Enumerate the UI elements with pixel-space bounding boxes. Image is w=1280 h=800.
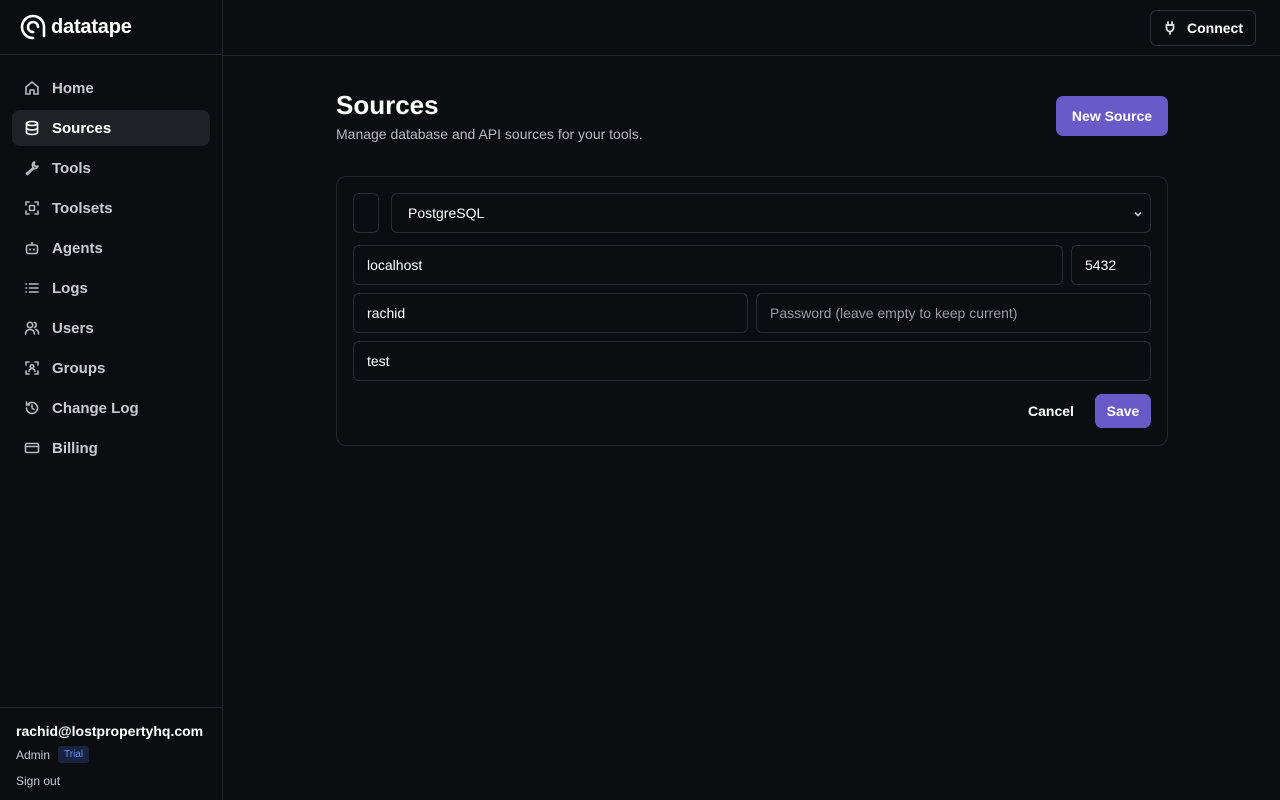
page-subtitle: Manage database and API sources for your… [336, 126, 643, 142]
wrench-icon [24, 160, 40, 176]
brand-name: datatape [51, 15, 132, 38]
port-field[interactable] [1071, 245, 1151, 285]
plan-badge: Trial [58, 746, 90, 763]
source-icon-box [353, 193, 379, 233]
list-icon [24, 280, 40, 296]
scan-user-icon [24, 360, 40, 376]
sidebar-item-label: Users [52, 319, 94, 337]
sidebar-item-billing[interactable]: Billing [12, 430, 210, 466]
database-input[interactable] [367, 353, 1150, 369]
history-icon [24, 400, 40, 416]
host-input[interactable] [367, 257, 1062, 273]
database-icon [24, 120, 40, 136]
sidebar-item-label: Toolsets [52, 199, 113, 217]
sidebar-item-home[interactable]: Home [12, 70, 210, 106]
source-form-card: PostgreSQL Cancel Save [336, 176, 1168, 446]
home-icon [24, 80, 40, 96]
scan-icon [24, 200, 40, 216]
sidebar-item-label: Tools [52, 159, 91, 177]
sidebar-item-agents[interactable]: Agents [12, 230, 210, 266]
sidebar-item-label: Home [52, 79, 94, 97]
account-role: Admin [16, 747, 51, 762]
save-button[interactable]: Save [1095, 394, 1151, 428]
sidebar-item-users[interactable]: Users [12, 310, 210, 346]
source-type-select[interactable]: PostgreSQL [391, 193, 1151, 233]
username-field[interactable] [353, 293, 748, 333]
host-field[interactable] [353, 245, 1063, 285]
password-input[interactable] [770, 305, 1150, 321]
sidebar-item-sources[interactable]: Sources [12, 110, 210, 146]
spiral-logo-icon [20, 14, 46, 40]
sidebar-item-toolsets[interactable]: Toolsets [12, 190, 210, 226]
account-role-row: Admin Trial [16, 746, 206, 763]
password-field[interactable] [756, 293, 1151, 333]
topbar: Connect [223, 0, 1280, 56]
chevron-down-icon [1132, 207, 1144, 219]
connect-label: Connect [1187, 20, 1243, 36]
sign-out-link[interactable]: Sign out [16, 774, 206, 788]
sidebar-item-tools[interactable]: Tools [12, 150, 210, 186]
users-icon [24, 320, 40, 336]
cancel-button[interactable]: Cancel [1019, 394, 1083, 428]
sidebar-item-label: Groups [52, 359, 106, 377]
sidebar-item-label: Change Log [52, 399, 139, 417]
page-title: Sources [336, 90, 439, 120]
account-panel: rachid@lostpropertyhq.com Admin Trial Si… [0, 707, 222, 800]
bot-icon [24, 240, 40, 256]
plug-icon [1165, 21, 1175, 35]
brand[interactable]: datatape [0, 0, 222, 55]
sidebar-item-groups[interactable]: Groups [12, 350, 210, 386]
sidebar-nav: Home Sources Tools Toolsets Agents Logs … [0, 55, 222, 466]
account-email: rachid@lostpropertyhq.com [16, 723, 204, 739]
source-type-value: PostgreSQL [408, 205, 485, 221]
connect-button[interactable]: Connect [1150, 10, 1256, 46]
new-source-button[interactable]: New Source [1056, 96, 1168, 136]
credit-card-icon [24, 440, 40, 456]
sidebar-item-logs[interactable]: Logs [12, 270, 210, 306]
sidebar-item-label: Logs [52, 279, 88, 297]
sidebar-item-label: Agents [52, 239, 103, 257]
username-input[interactable] [367, 305, 747, 321]
sidebar-item-change-log[interactable]: Change Log [12, 390, 210, 426]
sidebar-item-label: Sources [52, 119, 112, 137]
port-input[interactable] [1085, 257, 1150, 273]
sidebar: datatape Home Sources Tools Toolsets Age… [0, 0, 223, 800]
database-field[interactable] [353, 341, 1151, 381]
sidebar-item-label: Billing [52, 439, 98, 457]
